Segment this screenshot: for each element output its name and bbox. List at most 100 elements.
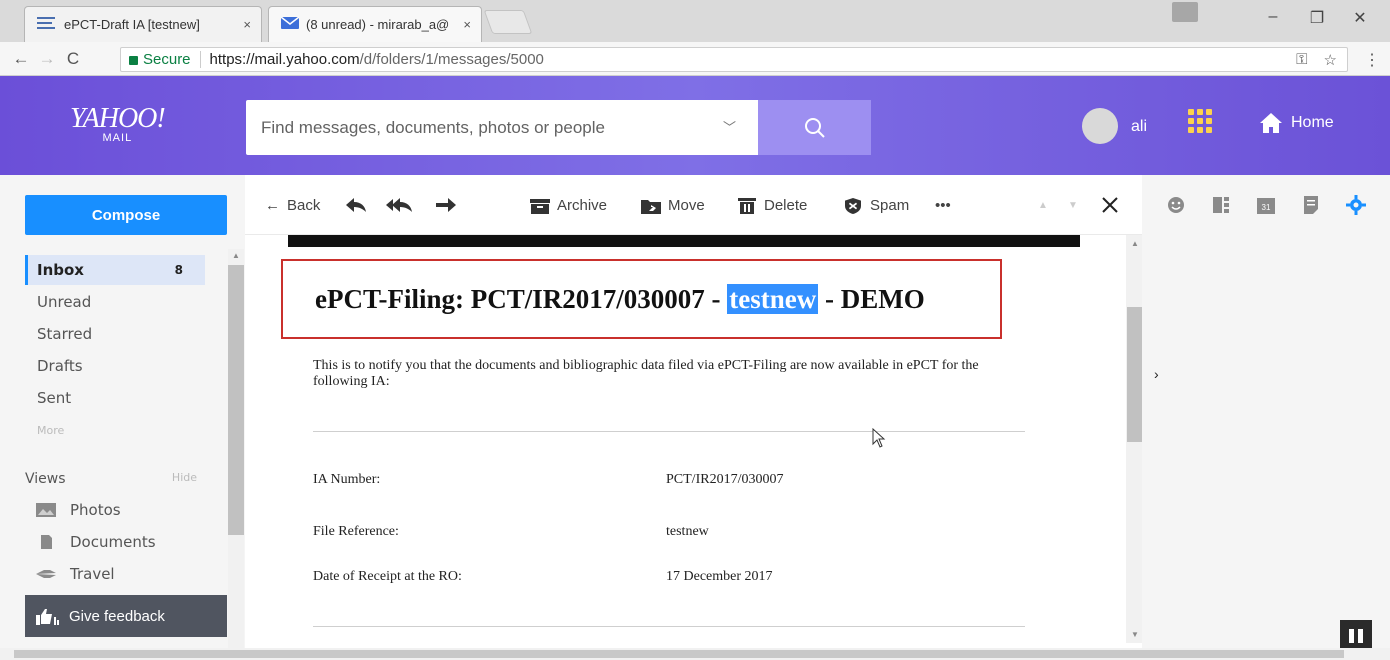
tab-title: ePCT-Draft IA [testnew] [64, 17, 200, 32]
notice-text: This is to notify you that the documents… [313, 358, 979, 389]
scrollbar-thumb[interactable] [228, 265, 244, 535]
sidebar-item-starred[interactable]: Starred [25, 319, 205, 349]
compose-button[interactable]: Compose [25, 195, 227, 235]
forward-nav-button[interactable]: → [34, 49, 60, 69]
sidebar-item-travel[interactable]: Travel [36, 561, 115, 587]
yahoo-header: YAHOO! MAIL Find messages, documents, ph… [0, 76, 1390, 175]
more-actions-button[interactable]: ••• [935, 197, 951, 214]
move-button[interactable]: Move [641, 197, 705, 214]
mouse-cursor-icon [872, 428, 886, 448]
sidebar-item-photos[interactable]: Photos [36, 497, 121, 523]
plane-icon [36, 570, 56, 578]
bookmark-star-icon[interactable]: ☆ [1324, 51, 1337, 69]
document-icon [41, 535, 52, 549]
chevron-down-icon[interactable]: ﹀ [723, 117, 736, 136]
notepad-icon[interactable] [1301, 195, 1321, 215]
sidebar-item-sent[interactable]: Sent [25, 383, 205, 413]
reload-button[interactable]: C [60, 49, 86, 69]
scrollbar-thumb[interactable] [1127, 307, 1143, 442]
move-folder-icon [641, 199, 661, 214]
lock-icon [129, 56, 138, 65]
email-banner [288, 235, 1080, 247]
home-link[interactable]: Home [1259, 112, 1334, 134]
sidebar-item-inbox[interactable]: Inbox 8 [25, 255, 205, 285]
tab-close-icon[interactable]: × [463, 17, 471, 32]
key-icon[interactable]: ⚿ [1296, 51, 1307, 69]
sidebar-scrollbar[interactable]: ▲ ▼ [228, 249, 244, 659]
selected-text: testnew [727, 283, 819, 314]
prev-message-icon[interactable]: ▲ [1038, 200, 1048, 211]
url-domain: https://mail.yahoo.com [209, 51, 360, 68]
minimize-button[interactable]: – [1250, 8, 1296, 26]
spam-shield-icon [845, 197, 861, 214]
settings-gear-icon[interactable] [1346, 195, 1366, 215]
emoji-smiley-icon[interactable] [1166, 195, 1186, 215]
tab-title: (8 unread) - mirarab_a@ [306, 17, 450, 32]
give-feedback-button[interactable]: Give feedback [25, 595, 227, 637]
back-button[interactable]: ← Back [265, 197, 320, 214]
file-reference-value: testnew [666, 524, 709, 539]
scroll-up-icon[interactable]: ▲ [1131, 239, 1139, 248]
receipt-date-value: 17 December 2017 [666, 569, 773, 584]
secure-indicator[interactable]: Secure [129, 51, 191, 68]
folder-label: Inbox [37, 261, 84, 279]
views-header: Views Hide [25, 471, 197, 487]
home-icon [1260, 113, 1282, 133]
ia-number-label: IA Number: [313, 472, 381, 487]
browser-menu-icon[interactable]: ⋮ [1364, 50, 1380, 70]
trash-icon [738, 197, 756, 214]
email-subject: ePCT-Filing: PCT/IR2017/030007 - testnew… [315, 283, 925, 314]
new-tab-button[interactable] [483, 10, 533, 34]
forward-icon[interactable] [435, 197, 457, 213]
user-name[interactable]: ali [1131, 118, 1147, 136]
message-body: ePCT-Filing: PCT/IR2017/030007 - testnew… [245, 235, 1125, 643]
file-reference-label: File Reference: [313, 524, 399, 539]
search-button[interactable] [758, 100, 871, 155]
folder-label: Sent [37, 389, 72, 407]
search-icon [804, 117, 825, 138]
expand-panel-icon[interactable]: › [1154, 366, 1159, 382]
reply-all-icon[interactable] [385, 197, 413, 213]
avatar[interactable] [1082, 108, 1118, 144]
sidebar-item-drafts[interactable]: Drafts [25, 351, 205, 381]
close-window-button[interactable]: ✕ [1337, 8, 1383, 28]
views-hide-link[interactable]: Hide [172, 471, 197, 487]
secure-label: Secure [143, 51, 191, 68]
contacts-icon[interactable] [1211, 195, 1231, 215]
calendar-icon[interactable]: 31 [1256, 195, 1276, 215]
browser-toolbar: ← → C Secure https://mail.yahoo.com/d/fo… [0, 42, 1390, 76]
tab-close-icon[interactable]: × [243, 17, 251, 32]
receipt-date-label: Date of Receipt at the RO: [313, 569, 462, 584]
sidebar-item-unread[interactable]: Unread [25, 287, 205, 317]
thumbs-up-icon [36, 609, 59, 625]
yahoo-mail-logo[interactable]: YAHOO! MAIL [70, 103, 166, 144]
folder-label: Unread [37, 293, 92, 311]
spam-button[interactable]: Spam [843, 197, 909, 214]
reply-icon[interactable] [345, 197, 367, 213]
delete-button[interactable]: Delete [737, 197, 807, 214]
address-bar[interactable]: Secure https://mail.yahoo.com/d/folders/… [120, 47, 1348, 72]
maximize-button[interactable]: ❐ [1294, 8, 1340, 28]
horizontal-scrollbar[interactable] [0, 648, 1390, 660]
right-panel-icons: 31 [1166, 195, 1366, 215]
scroll-down-icon[interactable]: ▼ [1131, 630, 1139, 639]
browser-tab-epct[interactable]: ePCT-Draft IA [testnew] × [24, 6, 262, 42]
svg-text:31: 31 [1262, 203, 1271, 212]
scroll-up-icon[interactable]: ▲ [232, 251, 240, 260]
sidebar-item-documents[interactable]: Documents [36, 529, 156, 555]
profile-icon[interactable] [1172, 2, 1198, 22]
close-icon[interactable] [1102, 197, 1118, 213]
apps-grid-icon[interactable] [1188, 109, 1212, 133]
left-sidebar: Compose Inbox 8 Unread Starred Drafts Se… [0, 175, 245, 660]
unread-count-badge: 8 [174, 263, 183, 277]
sidebar-item-more[interactable]: More [25, 415, 205, 445]
photo-icon [36, 503, 56, 517]
search-input[interactable]: Find messages, documents, photos or peop… [246, 100, 758, 155]
back-nav-button[interactable]: ← [8, 49, 34, 69]
archive-button[interactable]: Archive [530, 197, 607, 214]
scrollbar-thumb[interactable] [14, 650, 1344, 658]
next-message-icon[interactable]: ▼ [1068, 200, 1078, 211]
archive-icon [530, 198, 550, 214]
divider [313, 431, 1025, 432]
browser-tab-yahoo-mail[interactable]: (8 unread) - mirarab_a@ × [268, 6, 482, 42]
